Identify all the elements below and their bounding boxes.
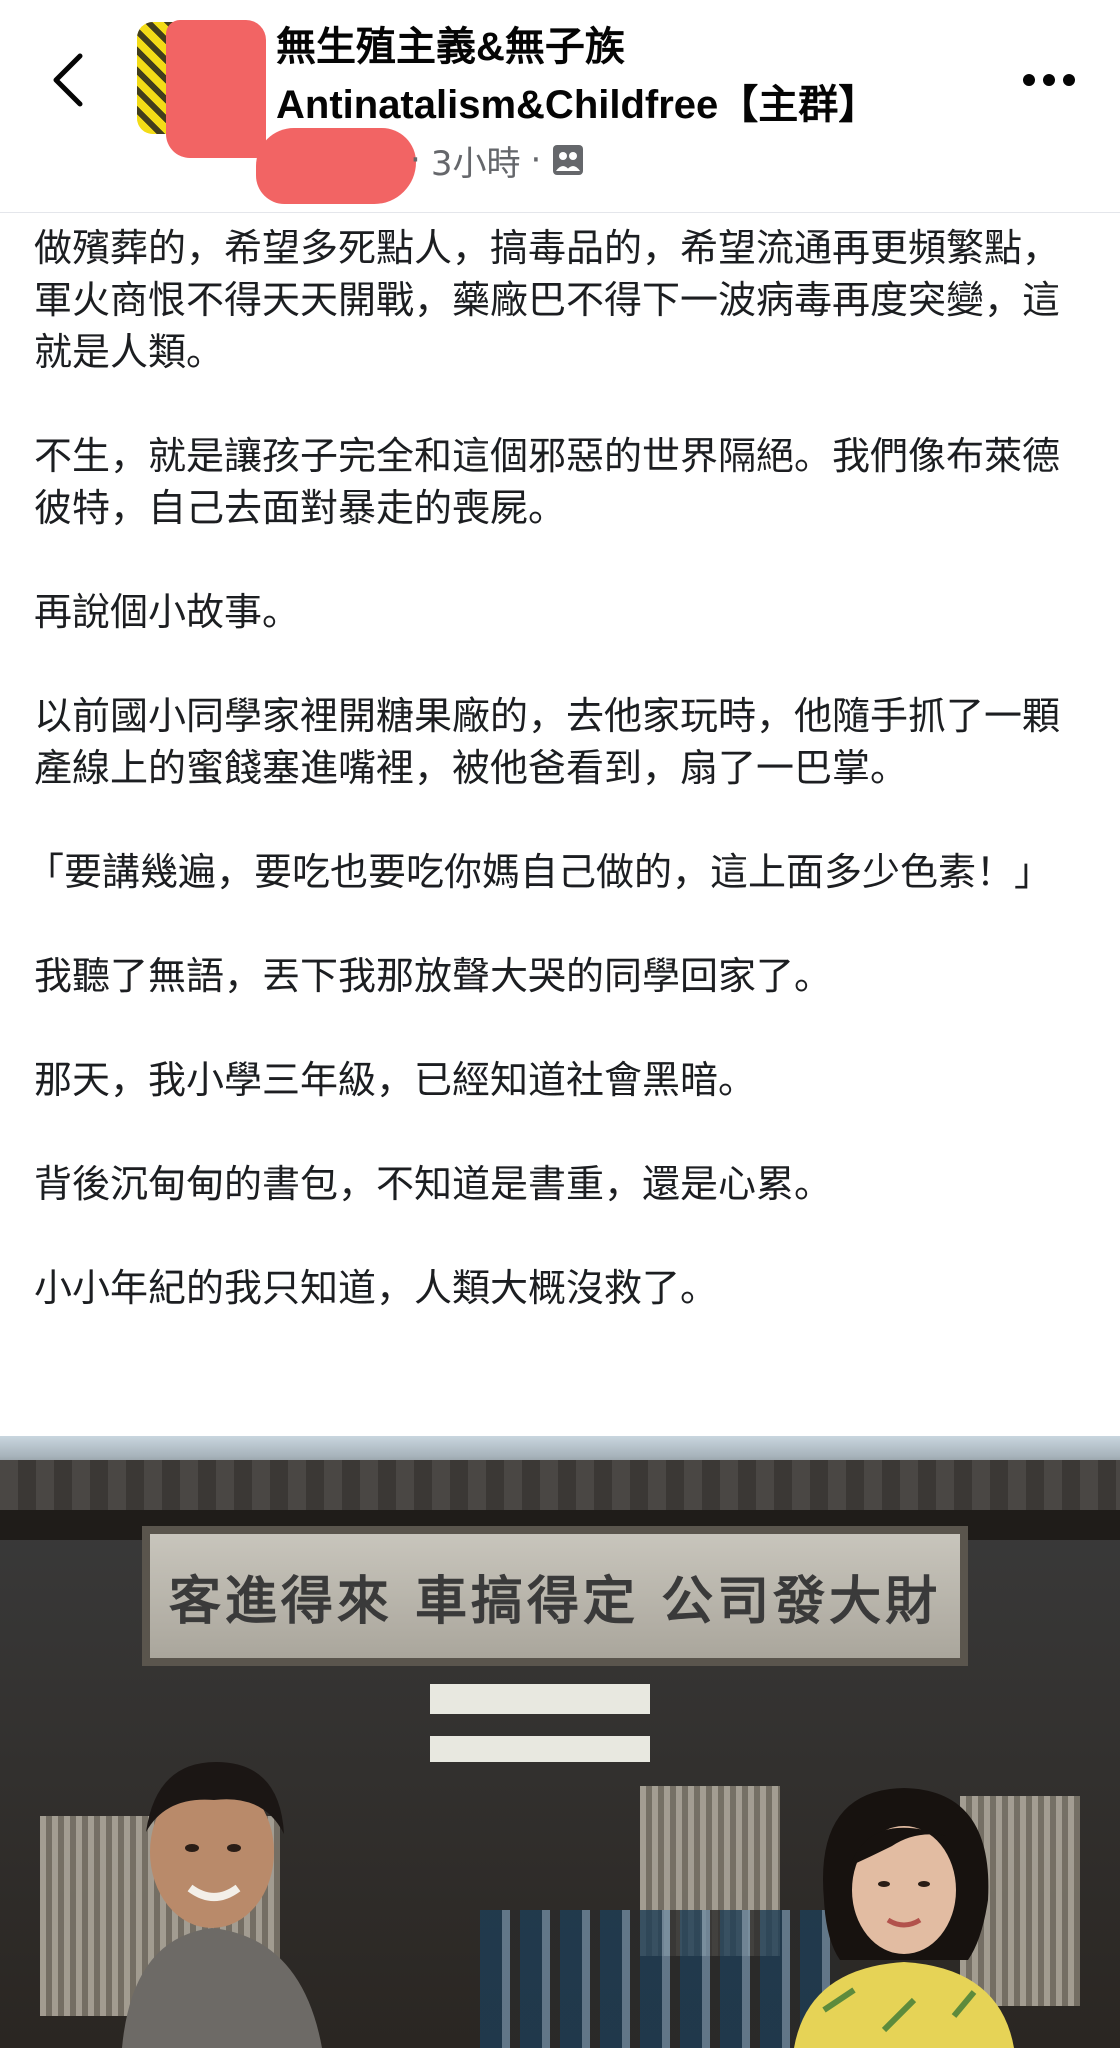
post-paragraph: 那天，我小學三年級，已經知道社會黑暗。 xyxy=(34,1058,757,1102)
photo-skylight xyxy=(540,1736,650,1762)
post-timestamp[interactable]: 3小時 xyxy=(431,136,521,185)
photo-person-man xyxy=(122,1762,322,2048)
post-paragraph: 以前國小同學家裡開糖果廠的，去他家玩時，他隨手抓了一顆產線上的蜜餞塞進嘴裡，被他… xyxy=(34,694,1061,790)
post-paragraph: 不生，就是讓孩子完全和這個邪惡的世界隔絕。我們像布萊德彼特，自己去面對暴走的喪屍… xyxy=(34,434,1061,530)
post-paragraph: 我聽了無語，丟下我那放聲大哭的同學回家了。 xyxy=(34,954,833,998)
sign-text: 客進得來 車搞得定 公司發大財 xyxy=(168,1571,942,1632)
post-photo[interactable]: 客進得來 車搞得定 公司發大財 xyxy=(0,1436,1120,2048)
photo-skylight xyxy=(430,1684,540,1714)
photo-roof xyxy=(0,1460,1120,1510)
group-audience-icon xyxy=(553,145,584,175)
redaction-mark xyxy=(166,20,266,158)
post-paragraph: 小小年紀的我只知道，人類大概沒救了。 xyxy=(34,1266,719,1310)
photo-skylight xyxy=(430,1736,540,1762)
photo-person-woman xyxy=(794,1788,1014,2048)
more-horizontal-icon xyxy=(1023,74,1075,86)
post-paragraph: 「要講幾遍，要吃也要吃你媽自己做的，這上面多少色素！」 xyxy=(26,850,1053,894)
post-header: 無生殖主義&無子族 Antinatalism&Childfree【主群】 · 3… xyxy=(0,0,1120,213)
photo-skylight xyxy=(540,1684,650,1714)
redaction-mark xyxy=(256,128,416,204)
post-meta: · 3小時 · xyxy=(400,130,585,190)
more-options-button[interactable] xyxy=(1014,52,1084,108)
post-paragraph: 做殯葬的，希望多死點人，搞毒品的，希望流通再更頻繁點，軍火商恨不得天天開戰，藥廠… xyxy=(34,226,1061,374)
post-text: 做殯葬的，希望多死點人，搞毒品的，希望流通再更頻繁點，軍火商恨不得天天開戰，藥廠… xyxy=(26,222,1084,1366)
post-paragraph: 背後沉甸甸的書包，不知道是書重，還是心累。 xyxy=(34,1162,833,1206)
chevron-left-icon xyxy=(53,53,83,107)
post-paragraph: 再說個小故事。 xyxy=(34,590,301,634)
photo-sign: 客進得來 車搞得定 公司發大財 xyxy=(142,1526,968,1666)
group-name-link[interactable]: 無生殖主義&無子族 Antinatalism&Childfree【主群】 xyxy=(276,18,976,134)
meta-separator: · xyxy=(410,140,421,180)
back-button[interactable] xyxy=(40,44,96,116)
meta-separator: · xyxy=(530,140,542,180)
